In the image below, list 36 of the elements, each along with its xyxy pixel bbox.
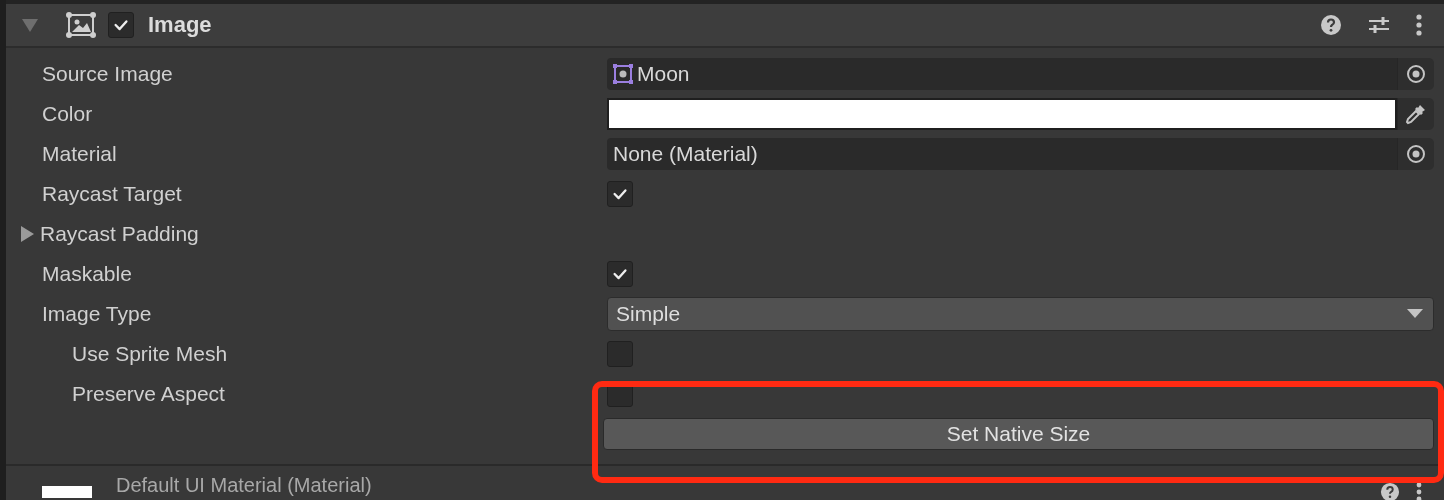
- property-label: Source Image: [42, 62, 173, 86]
- object-picker-button[interactable]: [1397, 58, 1434, 90]
- help-icon[interactable]: [1320, 14, 1342, 36]
- eyedropper-button[interactable]: [1397, 98, 1434, 130]
- more-menu-icon[interactable]: [1416, 14, 1422, 36]
- settings-sliders-icon[interactable]: [1368, 15, 1390, 35]
- more-menu-icon[interactable]: [1416, 482, 1422, 500]
- target-icon: [1406, 144, 1426, 164]
- material-name: Default UI Material (Material): [116, 474, 372, 496]
- object-field[interactable]: None (Material): [607, 138, 1397, 170]
- dropdown-arrow-icon: [1407, 309, 1423, 319]
- sprite-icon: [613, 64, 633, 84]
- color-field[interactable]: [607, 98, 1397, 130]
- foldout-arrow-icon[interactable]: [20, 226, 34, 242]
- property-label: Maskable: [42, 262, 132, 286]
- foldout-label[interactable]: Raycast Padding: [40, 222, 199, 246]
- set-native-size-button[interactable]: Set Native Size: [603, 418, 1434, 450]
- help-icon[interactable]: [1380, 482, 1400, 500]
- eyedropper-icon: [1405, 103, 1427, 125]
- property-label: Preserve Aspect: [72, 382, 225, 406]
- target-icon: [1406, 64, 1426, 84]
- enabled-checkbox[interactable]: [108, 12, 134, 38]
- checkbox[interactable]: [607, 341, 633, 367]
- checkbox[interactable]: [607, 261, 633, 287]
- property-label: Use Sprite Mesh: [72, 342, 228, 366]
- property-label: Material: [42, 142, 117, 166]
- property-label: Raycast Target: [42, 182, 182, 206]
- object-field[interactable]: Moon: [607, 58, 1397, 90]
- object-picker-button[interactable]: [1397, 138, 1434, 170]
- image-icon: [66, 12, 96, 38]
- property-label: Image Type: [42, 302, 152, 326]
- material-preview-swatch: [42, 486, 92, 498]
- image-type-dropdown[interactable]: Simple: [607, 297, 1434, 331]
- checkbox[interactable]: [607, 181, 633, 207]
- property-label: Color: [42, 102, 93, 126]
- component-title: Image: [148, 12, 212, 38]
